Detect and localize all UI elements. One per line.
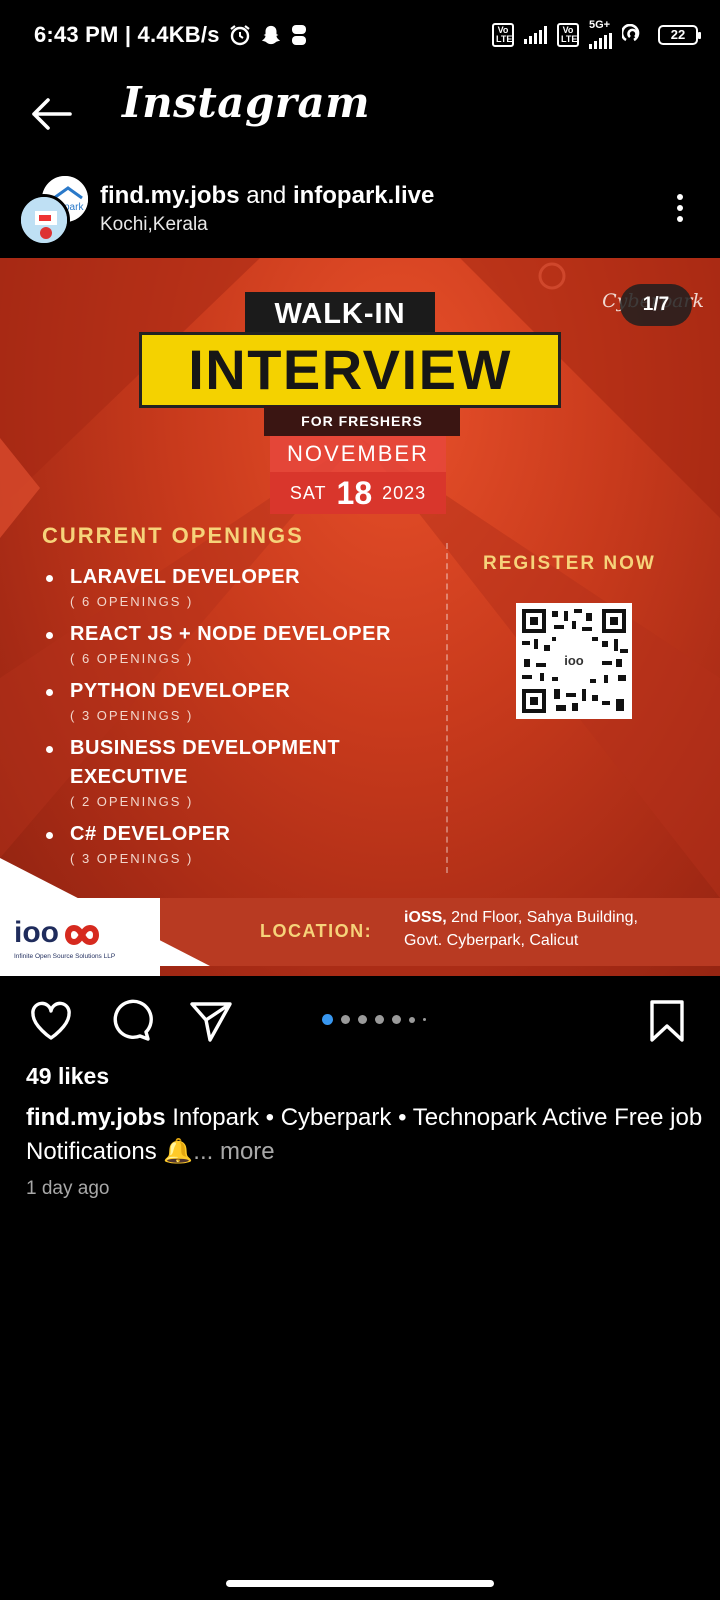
more-options-button[interactable] [670,190,690,226]
address-line-1-text: 2nd Floor, Sahya Building, [451,909,638,926]
owners-and: and [246,182,287,209]
poster-day-of-week: SAT [289,482,327,503]
app-title: Instagram [122,78,371,127]
job-title: BUSINESS DEVELOPMENT EXECUTIVE [70,737,341,788]
status-bar: 6:43 PM | 4.4KB/s Vo LTE Vo LTE 5G+ 22 [0,0,720,70]
job-title: PYTHON DEVELOPER [70,680,291,702]
post-owners[interactable]: find.my.jobs and infopark.live [100,182,434,210]
qr-code: ioo [516,603,632,719]
caption-username[interactable]: find.my.jobs [26,1104,166,1131]
bookmark-icon [650,1000,684,1042]
heart-icon [31,1001,71,1040]
slide-counter: 1/7 [620,284,692,326]
poster-year: 2023 [382,482,427,503]
job-title: LARAVEL DEVELOPER [70,566,301,588]
find-my-jobs-logo-icon [21,197,67,243]
battery-icon: 22 [658,24,701,45]
comment-button[interactable] [108,998,154,1044]
caption-more-link[interactable]: ... more [193,1138,274,1165]
address-line-1: iOSS, 2nd Floor, Sahya Building, [404,906,638,929]
job-count: ( 3 OPENINGS ) [70,708,194,723]
home-indicator[interactable] [226,1580,494,1587]
network-type: 5G+ [589,19,611,31]
post-actions [0,990,720,1050]
job-count: ( 6 OPENINGS ) [70,594,194,609]
signal-strength-icon-2 [589,31,612,49]
more-dot [677,216,683,222]
company-logo: ioo Infinite Open Source Solutions LLP [12,910,172,966]
job-item: BUSINESS DEVELOPMENT EXECUTIVE ( 2 OPENI… [42,734,442,812]
like-button[interactable] [28,998,74,1044]
volte-badge-1: Vo LTE [492,22,514,47]
register-now-label: REGISTER NOW [483,553,656,574]
avatar-primary[interactable] [18,194,70,246]
carousel-dot [409,1016,415,1023]
network-group: 5G+ [589,20,612,49]
poster-freshers: FOR FRESHERS [264,406,460,436]
openings-title: CURRENT OPENINGS [42,523,304,548]
carousel-dot-active [322,1014,333,1025]
poster-divider [446,543,448,873]
alarm-icon [229,25,250,46]
iooo-logo-icon: ioo Infinite Open Source Solutions LLP [14,916,115,960]
job-count: ( 2 OPENINGS ) [70,794,194,809]
location-label: LOCATION: [260,921,373,941]
address-company: iOSS, [404,909,447,926]
job-item: REACT JS + NODE DEVELOPER ( 6 OPENINGS ) [42,620,442,669]
poster-day: 18 [336,474,373,511]
company-logo-text: ioo [14,916,59,949]
job-list: LARAVEL DEVELOPER ( 6 OPENINGS ) REACT J… [42,563,442,877]
location-address: iOSS, 2nd Floor, Sahya Building, Govt. C… [404,906,638,952]
poster-interview: INTERVIEW [139,332,561,408]
status-right: Vo LTE Vo LTE 5G+ 22 [492,20,701,49]
job-title: C# DEVELOPER [70,823,231,845]
post-timestamp: 1 day ago [26,1178,110,1199]
job-title: REACT JS + NODE DEVELOPER [70,623,391,645]
more-vertical-icon [677,194,683,200]
back-button[interactable] [26,92,74,136]
send-icon [190,1002,232,1042]
qr-code-icon: ioo [516,603,632,719]
app-header: Instagram [0,70,720,160]
likes-count[interactable]: 49 likes [26,1063,109,1090]
carousel-dot [358,1015,367,1024]
snapchat-icon [261,25,280,45]
carousel-dot [375,1015,384,1024]
comment-icon [113,999,153,1041]
job-count: ( 6 OPENINGS ) [70,651,194,666]
hotspot-icon [622,23,640,41]
owner-secondary[interactable]: infopark.live [293,182,434,209]
status-left: 6:43 PM | 4.4KB/s [34,22,308,48]
carousel-indicator [322,1014,426,1025]
company-name: Infinite Open Source Solutions LLP [14,953,115,960]
job-item: PYTHON DEVELOPER ( 3 OPENINGS ) [42,677,442,726]
signal-strength-icon-1 [524,25,547,44]
poster-date: SAT 18 2023 [270,472,446,514]
post-caption: find.my.jobs Infopark • Cyberpark • Tech… [26,1101,706,1169]
app-notification-icon [291,25,306,45]
post-location[interactable]: Kochi,Kerala [100,214,208,236]
status-time-speed: 6:43 PM | 4.4KB/s [34,22,220,47]
volte-badge-2: Vo LTE [557,22,579,47]
address-line-2: Govt. Cyberpark, Calicut [404,932,579,949]
qr-center-label: ioo [564,653,584,668]
carousel-dot [423,1018,426,1021]
carousel-dot [341,1015,350,1024]
share-button[interactable] [188,998,234,1044]
arrow-left-icon [32,98,72,130]
carousel-dot [392,1015,401,1024]
post-header: park find.my.jobs and infopark.live Koch… [0,170,720,250]
poster-walkin: WALK-IN [245,292,435,336]
poster-month: NOVEMBER [270,436,446,472]
save-button[interactable] [644,998,690,1044]
post-image[interactable]: Cyberpark 1/7 WALK-IN INTERVIEW FOR FRES… [0,258,720,976]
job-item: LARAVEL DEVELOPER ( 6 OPENINGS ) [42,563,442,612]
more-dot [677,205,683,211]
owner-primary[interactable]: find.my.jobs [100,182,240,209]
